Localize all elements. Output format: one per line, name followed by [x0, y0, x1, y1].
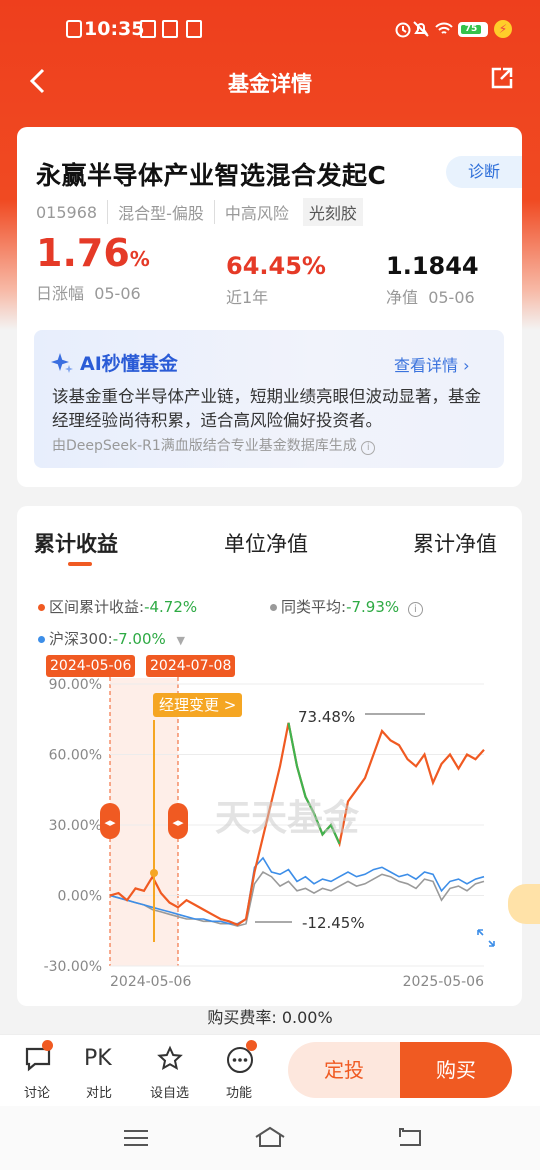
page-title: 基金详情: [228, 72, 312, 96]
notification-dot: [246, 1040, 257, 1051]
legend-fund-value: -4.72%: [144, 598, 198, 616]
legend-fund: 区间累计收益:-4.72%: [38, 596, 197, 617]
daily-change-date: 05-06: [94, 284, 141, 303]
legend-index-value: -7.00%: [112, 630, 166, 648]
return-chart[interactable]: 90.00% 60.00% 30.00% 0.00% -30.00% 天天基金 ◂▸ ◂…: [0, 670, 540, 1000]
x-tick-label: 2025-05-06: [403, 974, 484, 990]
year-return-label: 近1年: [226, 288, 269, 307]
manager-change-point: [150, 869, 158, 877]
legend-peer-label: 同类平均:: [281, 598, 347, 616]
index-series-dot: [38, 636, 45, 643]
home-icon[interactable]: [253, 1125, 287, 1149]
status-time: 10:35: [84, 18, 145, 40]
info-icon[interactable]: i: [407, 602, 423, 617]
discuss-label[interactable]: 讨论: [24, 1082, 50, 1101]
alarm-icon: [395, 22, 411, 38]
tab-unit-nav[interactable]: 单位净值: [224, 528, 308, 558]
theme-tag[interactable]: 光刻胶: [302, 198, 363, 226]
highlight-range: [110, 678, 178, 966]
max-label: 73.48%: [298, 708, 355, 726]
range-handle-left[interactable]: ◂▸: [100, 803, 120, 839]
legend-index[interactable]: 沪深300:-7.00% ▼: [38, 628, 185, 649]
year-return-stat: 64.45% 近1年: [226, 252, 326, 308]
daily-change-unit: %: [129, 247, 150, 271]
expand-icon[interactable]: [474, 926, 498, 950]
auto-invest-button[interactable]: 定投: [288, 1042, 400, 1098]
watchlist-label[interactable]: 设自选: [150, 1082, 189, 1101]
star-plus-icon[interactable]: [156, 1045, 184, 1073]
tab-cumulative-nav[interactable]: 累计净值: [413, 528, 497, 558]
daily-change-stat: 1.76% 日涨幅 05-06: [36, 234, 150, 304]
range-handle-right[interactable]: ◂▸: [168, 803, 188, 839]
notification-icon: [66, 20, 82, 38]
info-icon[interactable]: i: [361, 441, 376, 455]
y-tick-label: 60.00%: [49, 748, 102, 764]
chevron-right-icon: ›: [463, 356, 470, 375]
nav-label: 净值: [386, 288, 419, 307]
charging-icon: ⚡: [494, 20, 512, 38]
fee-label: 购买费率:: [207, 1008, 277, 1027]
app-notification-icon: [186, 20, 202, 38]
fund-series-dot: [38, 604, 45, 611]
nav-bar: 基金详情: [0, 58, 540, 104]
legend-peer: 同类平均:-7.93% i: [270, 596, 423, 617]
fund-type: 混合型-偏股: [107, 200, 214, 224]
tab-cumulative-return[interactable]: 累计收益: [34, 528, 118, 558]
pk-icon[interactable]: PK: [84, 1046, 112, 1071]
status-bar: 10:35 75 ⚡: [0, 0, 540, 60]
y-tick-label: -30.00%: [44, 959, 102, 975]
peer-series-dot: [270, 604, 277, 611]
manager-change-tag[interactable]: 经理变更 >: [153, 693, 243, 717]
ai-more-link[interactable]: 查看详情 ›: [394, 352, 470, 376]
ai-source-text: 由DeepSeek-R1满血版结合专业基金数据库生成: [52, 438, 357, 454]
battery-level: 75: [461, 25, 481, 34]
daily-change-value: 1.76: [36, 231, 130, 275]
legend-peer-value: -7.93%: [346, 598, 400, 616]
ai-more-label: 查看详情: [394, 356, 459, 375]
legend-index-label: 沪深300:: [49, 630, 113, 648]
wifi-icon: [435, 22, 453, 34]
mute-icon: [413, 21, 429, 37]
watermark: 天天基金: [215, 797, 360, 839]
fund-risk: 中高风险: [213, 200, 299, 224]
buy-button[interactable]: 购买: [400, 1042, 512, 1098]
ai-summary-text: 该基金重仓半导体产业链，短期业绩亮眼但波动显著，基金经理经验尚待积累，适合高风险…: [52, 387, 481, 430]
battery-icon: 75: [458, 22, 488, 37]
diagnose-button[interactable]: 诊断: [446, 156, 522, 188]
ai-source: 由DeepSeek-R1满血版结合专业基金数据库生成 i: [52, 435, 376, 455]
purchase-fee: 购买费率: 0.00%: [0, 1004, 540, 1028]
fund-code: 015968: [36, 202, 98, 222]
active-tab-indicator: [68, 562, 92, 566]
app-notification-icon: [140, 20, 156, 38]
menu-icon[interactable]: [122, 1128, 150, 1148]
back-nav-icon[interactable]: [396, 1126, 426, 1148]
sparkle-icon: [51, 353, 73, 373]
nav-date: 05-06: [428, 288, 475, 307]
share-icon[interactable]: [490, 66, 514, 90]
x-tick-label: 2024-05-06: [110, 974, 191, 990]
ai-title: AI秒懂基金: [80, 353, 178, 375]
compare-label[interactable]: 对比: [86, 1082, 112, 1101]
daily-change-label: 日涨幅: [36, 284, 85, 303]
mascot-icon[interactable]: [508, 884, 540, 924]
fund-name: 永赢半导体产业智选混合发起C: [36, 161, 387, 190]
nav-value: 1.1844: [386, 252, 479, 280]
notification-dot: [42, 1040, 53, 1051]
fund-tags: 015968 混合型-偏股 中高风险 光刻胶: [36, 198, 363, 226]
dropdown-icon: ▼: [176, 634, 186, 647]
y-tick-label: 30.00%: [49, 818, 102, 834]
app-notification-icon: [162, 20, 178, 38]
svg-text:◂▸: ◂▸: [104, 816, 116, 829]
year-return-value: 64.45%: [226, 252, 326, 280]
nav-stat: 1.1844 净值 05-06: [386, 252, 479, 308]
functions-label[interactable]: 功能: [226, 1082, 252, 1101]
svg-text:◂▸: ◂▸: [172, 816, 184, 829]
y-tick-label: 0.00%: [58, 889, 102, 905]
legend-fund-label: 区间累计收益:: [49, 598, 145, 616]
min-label: -12.45%: [302, 914, 365, 932]
y-tick-label: 90.00%: [49, 677, 102, 693]
fee-value: 0.00%: [281, 1008, 333, 1027]
